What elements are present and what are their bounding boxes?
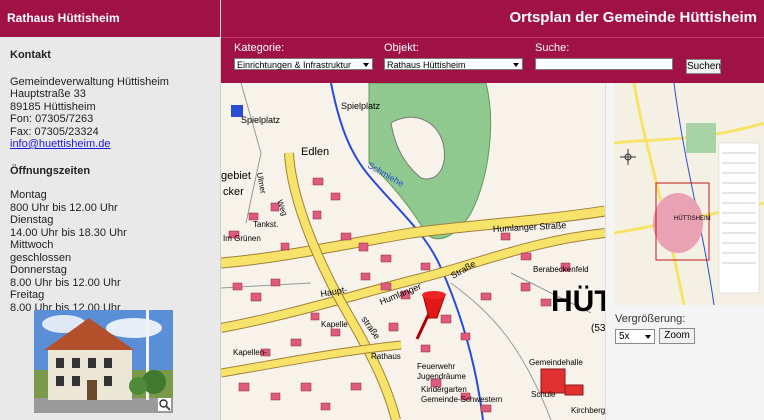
map-label-spielplatz: Spielplatz [241,115,281,125]
map-label-number: (53 [591,323,605,334]
overview-label-town: HÜTTISHEIM [674,215,711,222]
sidebar: Rathaus Hüttisheim Kontakt Gemeindeverwa… [0,0,221,420]
magnify-icon[interactable] [158,398,171,411]
hours-line: geschlossen [10,251,72,264]
search-label: Suche: [535,42,570,54]
object-select[interactable]: Rathaus Hüttisheim [384,58,523,70]
zoom-value: 5x [619,331,630,342]
town-map[interactable]: Spielplatz Spielplatz Edlen gebiet cker … [221,83,605,420]
map-canvas[interactable]: Spielplatz Spielplatz Edlen gebiet cker … [221,83,605,420]
contact-line: Fon: 07305/7263 [10,113,94,125]
zoom-select[interactable]: 5x [615,329,655,344]
chevron-down-icon [363,63,369,67]
overview-panel: HÜTTISHEIM Vergrößerung: 5x Zoom [605,83,764,420]
map-label-kapelle: Kapelle [321,320,348,329]
zoom-button[interactable]: Zoom [659,328,695,344]
contact-line: Hauptstraße 33 [10,88,86,100]
zoom-label: Vergrößerung: [615,313,686,325]
map-label-feuerwehr: Feuerwehr [417,362,456,371]
hours-line: 8.00 Uhr bis 12.00 Uhr [10,276,121,289]
hours-line: Dienstag [10,214,54,226]
hours-line: Mittwoch [10,239,54,251]
chevron-down-icon [645,335,651,339]
search-input[interactable] [535,58,673,70]
hours-line: Freitag [10,289,45,301]
map-label-tankst: Tankst. [253,220,278,229]
overview-map[interactable]: HÜTTISHEIM [614,83,764,305]
map-label-kapellen: Kapellen- [233,348,267,357]
category-select[interactable]: Einrichtungen & Infrastruktur [234,58,373,70]
contact-heading: Kontakt [10,49,51,61]
contact-line: 89185 Hüttisheim [10,100,96,113]
map-label-jugendraeume: Jugendräume [417,372,466,381]
category-label: Kategorie: [234,42,285,54]
hours-line: 14.00 Uhr bis 18.30 Uhr [10,226,127,239]
map-label-gebiet: gebiet [221,170,251,182]
search-button[interactable]: Suchen [686,59,721,74]
map-label-edlen: Edlen [301,146,329,158]
sidebar-body: Kontakt Gemeindeverwaltung Hüttisheim Ha… [0,37,220,320]
chevron-down-icon [513,63,519,67]
object-label: Objekt: [384,42,419,54]
town-hall-image [34,310,173,413]
sidebar-title: Rathaus Hüttisheim [0,0,220,37]
map-label-im-gruenen: Im Grünen [223,234,261,243]
town-hall-photo[interactable] [34,310,173,413]
filter-toolbar: Kategorie: Einrichtungen & Infrastruktur… [221,37,764,84]
map-label-gemeindehalle: Gemeindehalle [529,358,583,367]
map-label-kindergarten: Kindergarten [421,385,467,394]
map-label-schule: Schule [531,390,556,399]
map-label-berabeckenfeld: Berabeckenfeld [533,265,589,274]
map-label-spielplatz: Spielplatz [341,101,381,111]
map-label-town: HÜTT [551,285,605,318]
map-label-kirchberg: Kirchberg [571,406,605,415]
page-title: Ortsplan der Gemeinde Hüttisheim [221,0,764,37]
hours-line: Montag [10,189,47,201]
contact-line: Gemeindeverwaltung Hüttisheim [10,75,169,88]
contact-line: Fax: 07305/23324 [10,125,99,138]
hours-heading: Öffnungszeiten [10,164,91,177]
object-value: Rathaus Hüttisheim [387,60,466,70]
hours-line: 800 Uhr bis 12.00 Uhr [10,201,118,214]
map-label-rathaus: Rathaus [371,352,401,361]
map-label-cker: cker [223,186,244,198]
category-value: Einrichtungen & Infrastruktur [237,60,352,70]
map-label-gemeinde-schwestern: Gemeinde-Schwestern [421,395,502,404]
email-link[interactable]: info@huettisheim.de [10,138,110,150]
hours-line: Donnerstag [10,264,67,276]
